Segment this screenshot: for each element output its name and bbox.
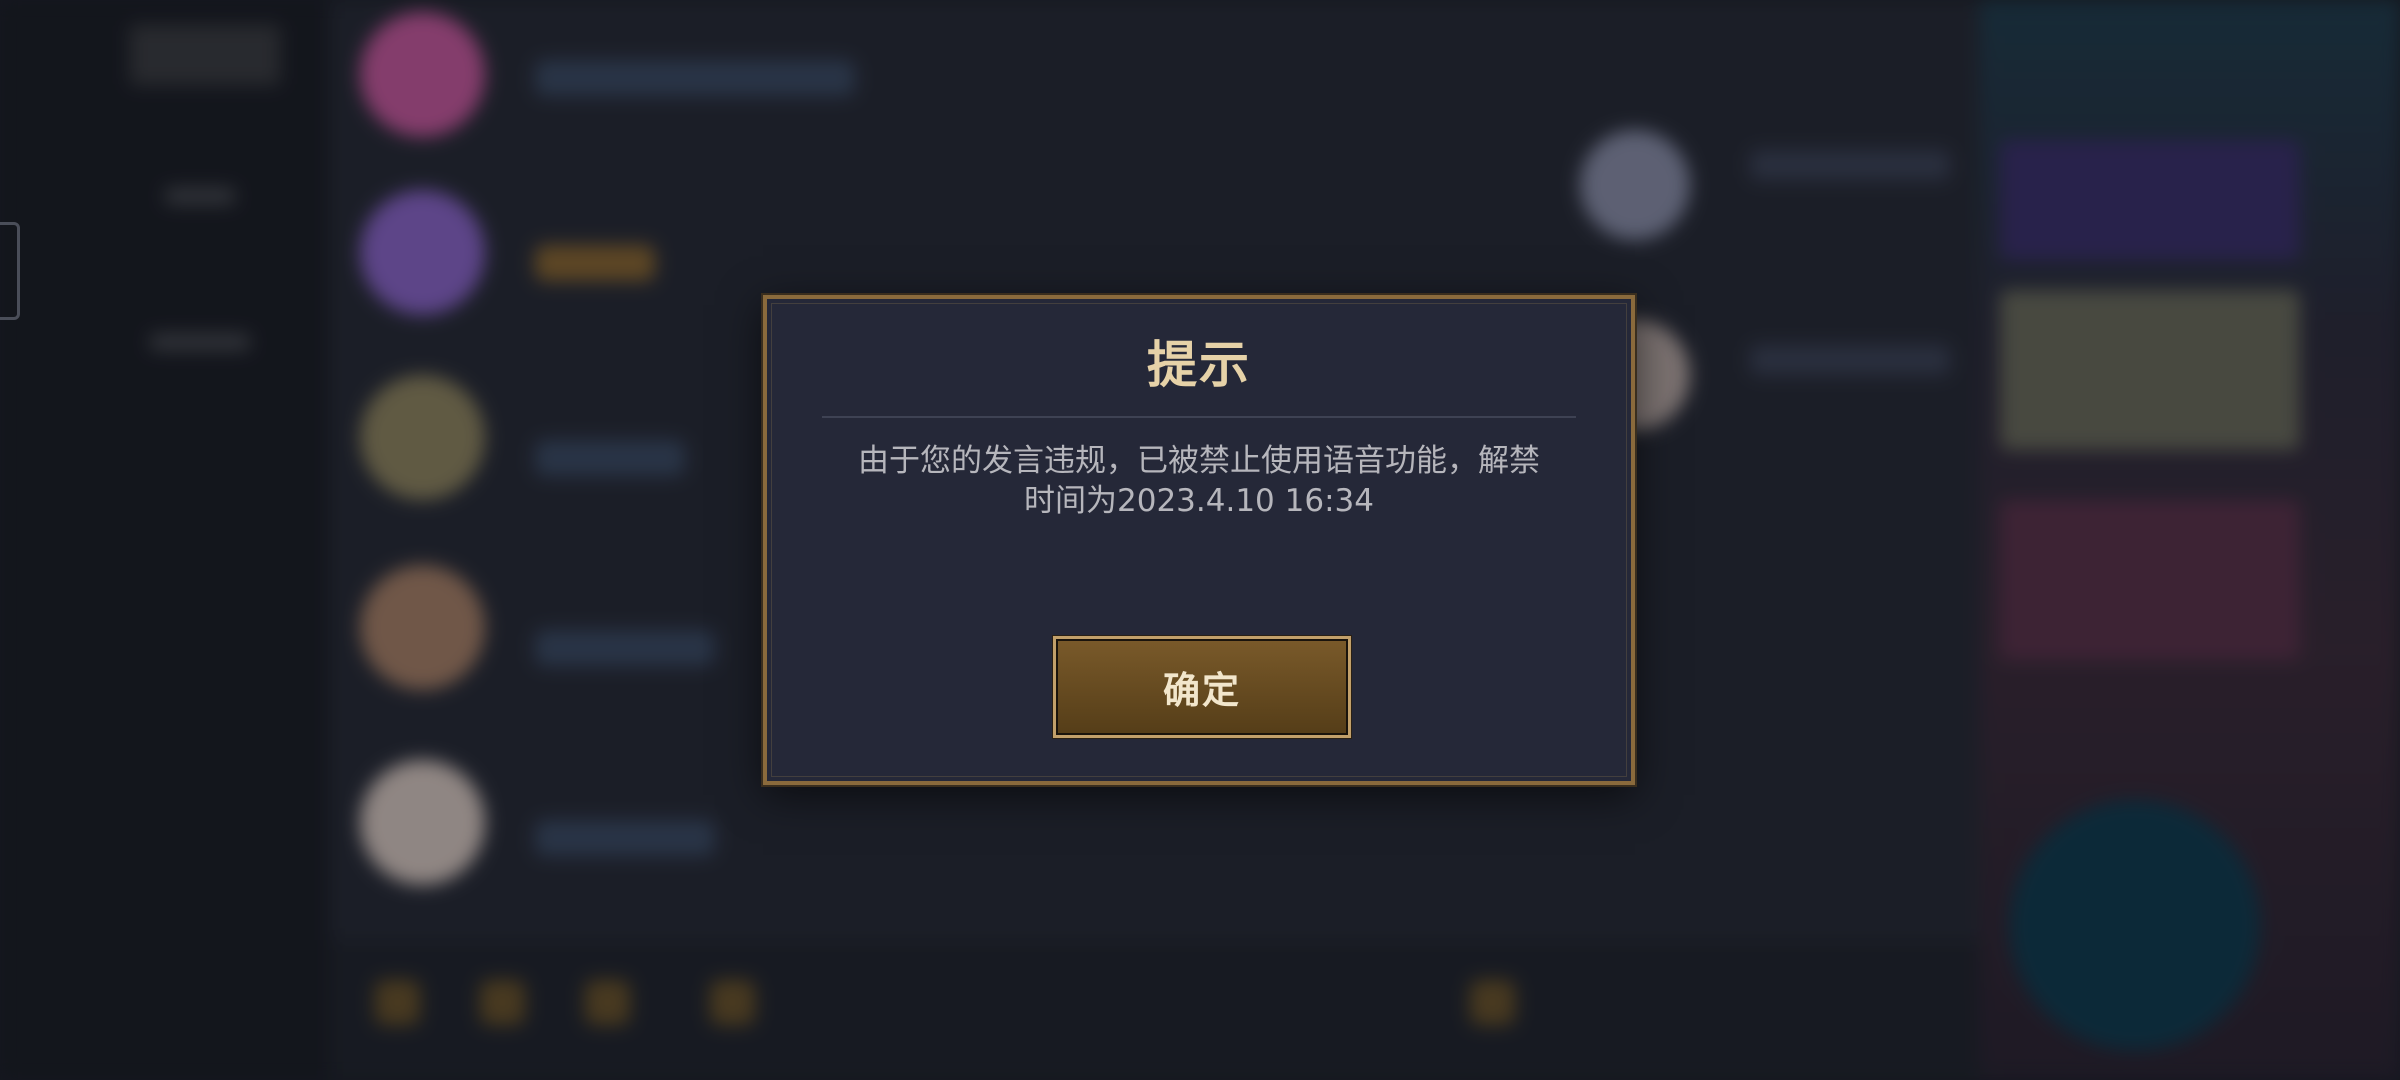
dialog-message-line: 由于您的发言违规，已被禁止使用语音功能，解禁 <box>858 443 1540 479</box>
confirm-button[interactable]: 确定 <box>1053 636 1351 738</box>
dialog-divider <box>822 416 1576 418</box>
dialog-message: 由于您的发言违规，已被禁止使用语音功能，解禁 时间为2023.4.10 16:3… <box>817 441 1581 521</box>
dialog-title: 提示 <box>1147 336 1251 394</box>
dialog-message-line: 时间为2023.4.10 16:34 <box>1024 483 1374 519</box>
notice-dialog: 提示 由于您的发言违规，已被禁止使用语音功能，解禁 时间为2023.4.10 1… <box>763 295 1635 785</box>
